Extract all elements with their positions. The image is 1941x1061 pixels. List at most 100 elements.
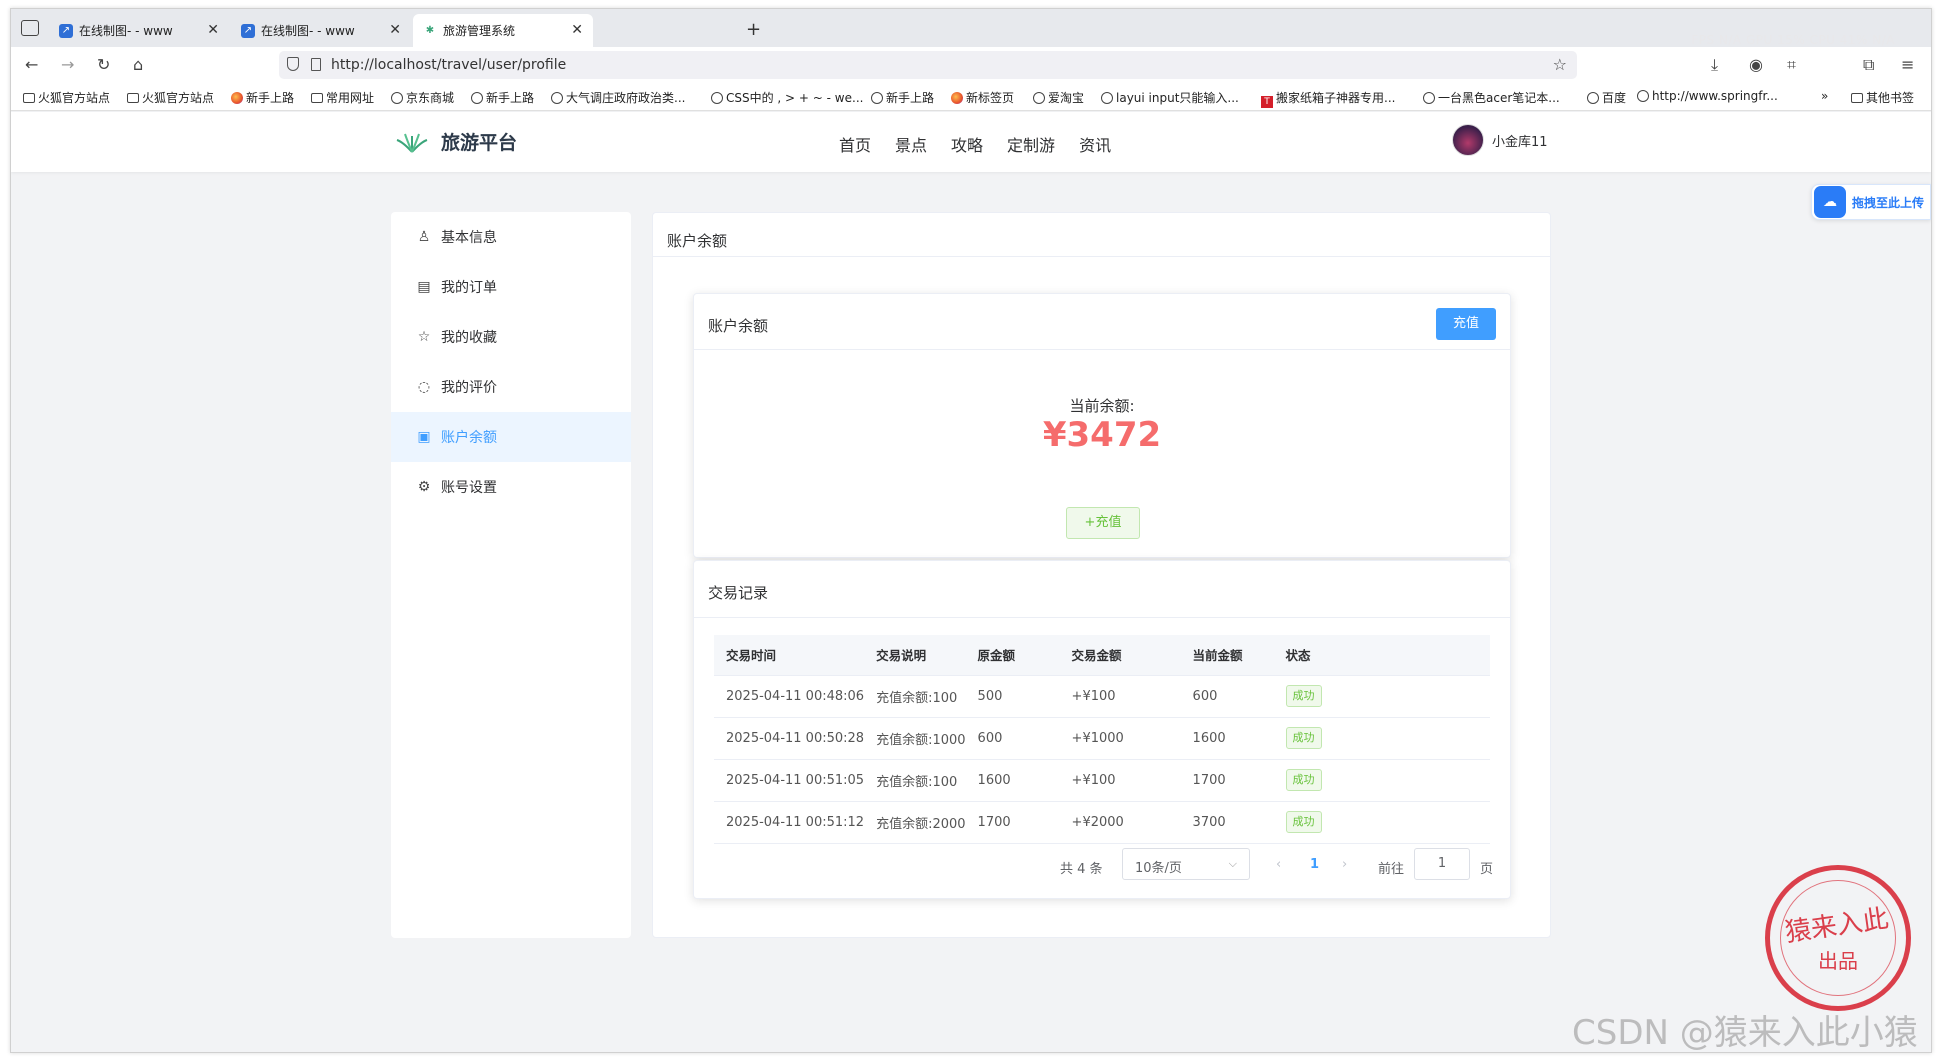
site-logo[interactable]: 旅游平台 xyxy=(393,128,517,155)
globe-icon xyxy=(1033,92,1045,104)
globe-icon xyxy=(471,92,483,104)
table-cell: 2025-04-11 00:51:05 xyxy=(714,759,865,802)
bookmark-item[interactable]: T 搬家纸箱子神器专用... xyxy=(1261,89,1395,108)
bookmark-item[interactable]: 其他书签 xyxy=(1851,89,1914,106)
tab-title: 旅游管理系统 xyxy=(443,24,516,38)
nav-guide[interactable]: 攻略 xyxy=(951,132,983,156)
column-header: 状态 xyxy=(1273,635,1490,676)
transactions-title: 交易记录 xyxy=(708,584,769,602)
page-size-select[interactable]: 10条/页 ⌵ xyxy=(1122,848,1250,880)
bookmark-item[interactable]: 新手上路 xyxy=(471,89,534,106)
next-page-chevron-icon[interactable]: › xyxy=(1342,857,1347,872)
goto-label: 前往 xyxy=(1378,862,1405,877)
sidebar-toggle-icon[interactable] xyxy=(21,20,39,36)
extensions-icon[interactable]: ⧉ xyxy=(1863,55,1874,75)
bookmark-item[interactable]: 新标签页 xyxy=(951,89,1014,106)
current-balance-label: 当前余额: xyxy=(1069,397,1135,415)
tab-3-active[interactable]: ✱ 旅游管理系统 ✕ xyxy=(413,14,593,47)
status-badge: 成功 xyxy=(1285,727,1322,749)
vue-icon xyxy=(711,92,723,104)
menu-item-orders[interactable]: ▤ 我的订单 xyxy=(391,262,631,312)
user-menu[interactable]: 小金库11 xyxy=(1452,124,1548,156)
close-icon[interactable]: ✕ xyxy=(207,22,219,38)
column-header: 原金额 xyxy=(965,635,1060,676)
menu-item-balance[interactable]: ▣ 账户余额 xyxy=(391,412,631,462)
url-text[interactable]: http://localhost/travel/user/profile xyxy=(331,57,566,73)
table-row: 2025-04-11 00:50:28 充值余额:1000 600 +¥1000… xyxy=(714,717,1490,760)
bookmark-item[interactable]: 火狐官方站点 xyxy=(127,89,214,106)
bookmark-item[interactable]: CSS中的 , > + ~ - we... xyxy=(711,89,863,106)
seal-text-graphic: 猿来入此 出品 xyxy=(1783,904,1890,973)
firefox-icon xyxy=(951,92,963,104)
nav-news[interactable]: 资讯 xyxy=(1079,132,1111,156)
account-icon[interactable]: ◉ xyxy=(1749,55,1763,74)
page-number-button[interactable]: 1 xyxy=(1310,857,1319,872)
bookmark-item[interactable]: 大气调庄政府政治类... xyxy=(551,89,685,106)
cloud-upload-widget[interactable]: ☁ 拖拽至此上传 xyxy=(1811,184,1931,220)
folder-icon xyxy=(127,93,139,103)
gear-icon: ⚙ xyxy=(417,479,431,495)
menu-icon[interactable]: ≡ xyxy=(1901,55,1914,74)
avatar[interactable] xyxy=(1452,124,1484,156)
home-icon[interactable]: ⌂ xyxy=(133,55,143,74)
new-tab-button[interactable]: + xyxy=(746,19,761,40)
nav-home[interactable]: 首页 xyxy=(839,132,871,156)
globe-icon xyxy=(391,92,403,104)
bookmarks-bar: 火狐官方站点 火狐官方站点 新手上路 常用网址 京东商城 新手上路 大气调庄政府… xyxy=(11,83,1931,111)
folder-icon xyxy=(23,93,35,103)
nav-scenic[interactable]: 景点 xyxy=(895,132,927,156)
bookmark-item[interactable]: 京东商城 xyxy=(391,89,454,106)
address-bar[interactable]: http://localhost/travel/user/profile ☆ xyxy=(279,51,1577,79)
svg-text:出品: 出品 xyxy=(1818,949,1858,973)
bookmark-item[interactable]: 一台黑色acer笔记本... xyxy=(1423,89,1560,106)
column-header: 交易时间 xyxy=(714,635,865,676)
nav-custom-tour[interactable]: 定制游 xyxy=(1007,132,1055,156)
tab-bar: ↗ 在线制图- - www ✕ ↗ 在线制图- - www ✕ ✱ 旅游管理系统… xyxy=(11,9,1931,47)
tab-1[interactable]: ↗ 在线制图- - www ✕ xyxy=(49,14,229,47)
bookmark-item[interactable]: 常用网址 xyxy=(311,89,374,106)
close-icon[interactable]: ✕ xyxy=(389,22,401,38)
page-title: 账户余额 xyxy=(653,213,1550,257)
prev-page-chevron-icon[interactable]: ‹ xyxy=(1276,857,1281,872)
menu-item-basic-info[interactable]: ♙ 基本信息 xyxy=(391,212,631,262)
menu-item-settings[interactable]: ⚙ 账号设置 xyxy=(391,462,631,512)
table-cell: 1600 xyxy=(965,759,1060,802)
recharge-plain-button[interactable]: +充值 xyxy=(1066,507,1140,539)
download-icon[interactable]: ⤓ xyxy=(1711,55,1718,75)
firefox-icon xyxy=(231,92,243,104)
bookmark-item[interactable]: 火狐官方站点 xyxy=(23,89,110,106)
wallet-icon: ▣ xyxy=(417,429,431,445)
bookmark-item[interactable]: 新手上路 xyxy=(231,89,294,106)
globe-icon xyxy=(1423,92,1435,104)
menu-item-favorites[interactable]: ☆ 我的收藏 xyxy=(391,312,631,362)
globe-icon xyxy=(1637,90,1649,102)
bookmark-item[interactable]: 百度 xyxy=(1587,89,1626,106)
table-cell: +¥100 xyxy=(1059,759,1181,802)
star-icon: ☆ xyxy=(417,329,431,345)
close-icon[interactable]: ✕ xyxy=(571,22,583,38)
table-cell: 1700 xyxy=(1180,759,1274,802)
page-jump-input[interactable]: 1 xyxy=(1414,848,1470,880)
bookmark-item[interactable]: layui input只能输入... xyxy=(1101,89,1239,106)
forward-arrow-icon[interactable]: → xyxy=(61,55,74,74)
transactions-card: 交易记录 交易时间 交易说明 原金额 交易金额 当前金额 状态 2025-04-… xyxy=(693,560,1511,899)
reload-icon[interactable]: ↻ xyxy=(97,55,110,74)
tab-2[interactable]: ↗ 在线制图- - www ✕ xyxy=(231,14,411,47)
menu-item-reviews[interactable]: ◌ 我的评价 xyxy=(391,362,631,412)
tab-title: 在线制图- - www xyxy=(261,24,355,38)
table-cell: 2025-04-11 00:51:12 xyxy=(714,801,865,844)
bookmark-star-icon[interactable]: ☆ xyxy=(1553,55,1567,74)
recharge-button[interactable]: 充值 xyxy=(1436,308,1496,340)
cloud-upload-label: 拖拽至此上传 xyxy=(1852,195,1925,210)
crop-icon[interactable]: ⌗ xyxy=(1787,55,1796,75)
bookmark-item[interactable]: 新手上路 xyxy=(871,89,934,106)
globe-icon xyxy=(871,92,883,104)
bookmark-item[interactable]: http://www.springfr... xyxy=(1637,89,1778,103)
table-cell: 600 xyxy=(965,717,1060,760)
user-icon: ♙ xyxy=(417,229,431,245)
more-bookmarks-chevron-icon[interactable]: » xyxy=(1821,89,1828,103)
back-arrow-icon[interactable]: ← xyxy=(25,55,38,74)
table-cell: 充值余额:100 xyxy=(864,675,966,718)
status-badge: 成功 xyxy=(1285,685,1322,707)
bookmark-item[interactable]: 爱淘宝 xyxy=(1033,89,1084,106)
